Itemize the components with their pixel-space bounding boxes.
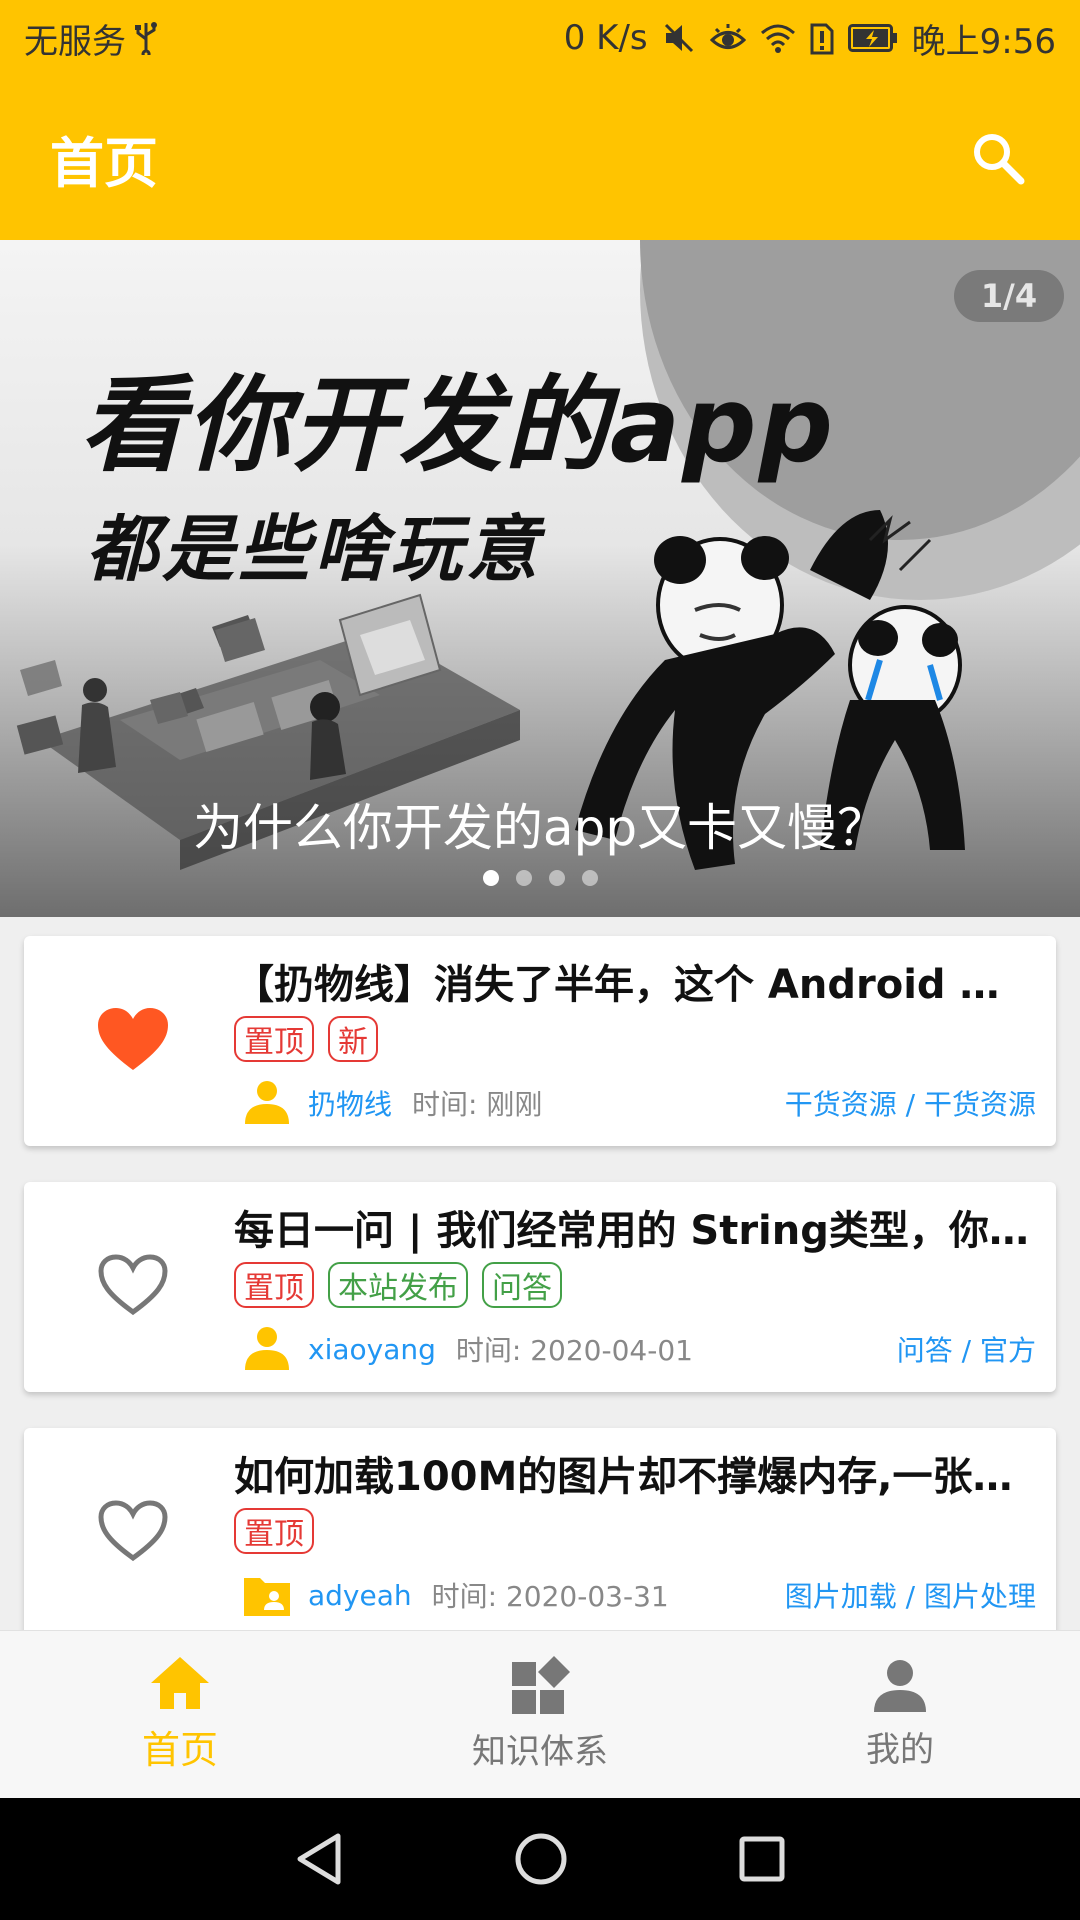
home-icon [151,1657,209,1709]
banner-headline: 看你开发的app [80,364,836,486]
heart-filled-icon[interactable] [96,1006,170,1072]
person-icon [242,1080,292,1126]
nav-label-home: 首页 [141,1728,218,1772]
banner-subheadline: 都是些啥玩意 [86,507,543,591]
carousel-dot[interactable] [581,870,598,886]
article-list[interactable]: 【扔物线】消失了半年，这个 Android 开发者去干什么了？置顶新扔物线时间:… [0,917,1080,1630]
article-author[interactable]: adyeah [308,1579,412,1612]
clock-text: 晚上9:56 [911,21,1056,62]
article-tag[interactable]: 新 [328,1016,378,1062]
article-meta: adyeah 时间: 2020-03-31 图片加载 / 图片处理 [234,1570,1046,1620]
home-circle-icon[interactable] [514,1832,568,1886]
status-bar: 无服务 0 K/s 晚上9:56 [0,0,1080,76]
recents-icon[interactable] [738,1835,786,1883]
wifi-icon [760,23,796,53]
app-bar: 首页 [0,76,1080,240]
article-title: 【扔物线】消失了半年，这个 Android 开发者去干什么了？ [234,962,1034,1008]
eye-care-icon [709,23,746,53]
heart-outline-icon[interactable] [96,1252,170,1318]
search-button[interactable] [966,126,1030,190]
article-author[interactable]: xiaoyang [308,1333,436,1366]
article-category[interactable]: 干货资源 / 干货资源 [785,1083,1036,1123]
mute-icon [662,21,696,55]
article-time: 时间: 2020-03-31 [431,1580,669,1613]
article-tags: 置顶新 [234,1016,378,1062]
nav-item-mine[interactable]: 我的 [720,1631,1080,1798]
article-time: 时间: 2020-04-01 [455,1334,693,1367]
article-tags: 置顶 本站发布 问答 [234,1262,562,1308]
article-tag[interactable]: 问答 [482,1262,562,1308]
nav-item-knowledge-system[interactable]: 知识体系 [360,1631,720,1798]
nav-label-knowledge-system: 知识体系 [472,1732,608,1772]
article-meta: xiaoyang 时间: 2020-04-01 问答 / 官方 [234,1324,1046,1374]
battery-charging-icon [847,24,898,52]
carrier-text: 无服务 [24,21,126,62]
article-tag[interactable]: 置顶 [234,1016,314,1062]
article-meta: 扔物线 时间: 刚刚 干货资源 / 干货资源 [234,1078,1046,1128]
article-tag[interactable]: 本站发布 [328,1262,468,1308]
back-icon[interactable] [294,1832,344,1886]
bottom-navigation: 首页 知识体系 我的 [0,1630,1080,1798]
article-category[interactable]: 问答 / 官方 [897,1329,1036,1369]
nav-item-home[interactable]: 首页 [0,1631,360,1798]
article-author[interactable]: 扔物线 [308,1083,392,1123]
usb-icon [134,21,158,55]
banner-page-indicator: 1/4 [954,270,1064,322]
carousel-dot[interactable] [515,870,532,886]
article-card[interactable]: 每日一问 | 我们经常用的 String类型，你知道它最大可以放多长的字符串吗？… [24,1182,1056,1392]
article-category[interactable]: 图片加载 / 图片处理 [785,1575,1036,1615]
article-tag[interactable]: 置顶 [234,1262,314,1308]
article-time: 时间: 刚刚 [412,1088,543,1121]
heart-outline-icon[interactable] [96,1498,170,1564]
shared-folder-icon [242,1572,292,1618]
carousel-dot[interactable] [548,870,565,886]
page-title: 首页 [50,131,158,195]
person-icon [242,1326,292,1372]
sim-alert-icon [810,21,834,55]
widgets-icon [512,1656,570,1714]
article-card[interactable]: 如何加载100M的图片却不撑爆内存,一张图片到底占多少内存？ 置顶 adyeah 时间… [24,1428,1056,1630]
article-card[interactable]: 【扔物线】消失了半年，这个 Android 开发者去干什么了？ 置顶新扔物线时间:… [24,936,1056,1146]
carousel-dots [0,870,1080,886]
search-icon [974,134,1025,185]
nav-label-mine: 我的 [866,1730,934,1770]
person-icon [874,1660,926,1712]
article-tag[interactable]: 置顶 [234,1508,314,1554]
system-navigation-bar [0,1798,1080,1920]
net-speed-text: 0 K/s [563,18,648,58]
carousel-dot[interactable] [482,870,499,886]
article-tags: 置顶 [234,1508,314,1554]
article-title: 如何加载100M的图片却不撑爆内存,一张图片到底占多少内存？ [234,1454,1034,1500]
banner-caption: 为什么你开发的app又卡又慢？ [192,799,888,857]
banner-carousel[interactable]: 看你开发的app 都是些啥玩意 1/4 为什么你开发的app又卡又慢？ [0,240,1080,917]
article-title: 每日一问 | 我们经常用的 String类型，你知道它最大可以放多长的字符串吗？ [234,1208,1034,1254]
